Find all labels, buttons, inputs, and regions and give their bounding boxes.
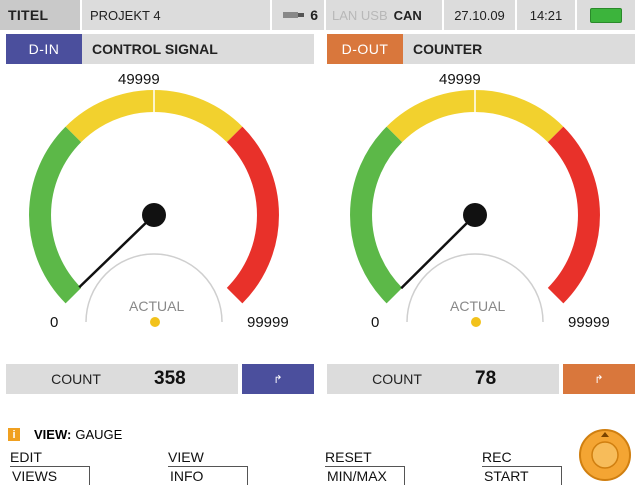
view-value: GAUGE [75, 427, 123, 442]
softkey-line1: EDIT [10, 449, 42, 465]
softkey-edit-views[interactable]: EDIT VIEWS [10, 448, 90, 485]
usb-count: 6 [310, 7, 318, 23]
gauge-needle-hub [463, 203, 487, 227]
navigation-wheel-button[interactable] [578, 428, 632, 482]
can-label: CAN [393, 7, 422, 23]
channel-header: D-OUT COUNTER [327, 34, 635, 64]
channel-panel-din: D-IN CONTROL SIGNAL 49999 0 99999 ACTUAL… [6, 34, 314, 394]
count-action-button[interactable]: ↱ [563, 364, 635, 394]
lan-usb-label: LAN USB [332, 7, 388, 23]
gauge-red-arc [226, 126, 279, 304]
gauge-green-arc [29, 126, 82, 304]
count-value: 78 [475, 368, 497, 389]
softkey-line1: REC [482, 449, 512, 465]
count-bar: COUNT 358 ↱ [6, 364, 314, 394]
softkey-line2: START [482, 466, 562, 485]
softkey-line1: RESET [325, 449, 372, 465]
count-value: 358 [154, 368, 186, 389]
count-box: COUNT 78 [327, 364, 559, 394]
view-indicator: i VIEW: GAUGE [8, 427, 122, 442]
softkey-view-info[interactable]: VIEW INFO [168, 448, 248, 485]
count-label: COUNT [372, 371, 422, 387]
gauge-needle-hub [142, 203, 166, 227]
arrow-icon: ↱ [273, 373, 283, 386]
count-box: COUNT 358 [6, 364, 238, 394]
usb-icon [283, 12, 305, 18]
gauge-green-arc [350, 126, 403, 304]
view-label: VIEW: [34, 427, 72, 442]
channel-type-badge[interactable]: D-IN [6, 34, 82, 64]
channel-header: D-IN CONTROL SIGNAL [6, 34, 314, 64]
count-label: COUNT [51, 371, 101, 387]
status-bar: TITEL PROJEKT 4 6 LAN USB CAN 27.10.09 1… [0, 0, 635, 30]
gauge-red-arc [547, 126, 600, 304]
softkey-rec-start[interactable]: REC START [482, 448, 562, 485]
project-label[interactable]: PROJEKT 4 [82, 0, 272, 30]
gauge-mid-label: 49999 [118, 71, 160, 88]
gauge-min-label: 0 [371, 314, 380, 331]
count-bar: COUNT 78 ↱ [327, 364, 635, 394]
softkey-line1: VIEW [168, 449, 204, 465]
actual-indicator-dot [150, 317, 160, 327]
softkey-line2: INFO [168, 466, 248, 485]
gauge-max-label: 99999 [247, 314, 289, 331]
softkey-reset-minmax[interactable]: RESET MIN/MAX [325, 448, 405, 485]
arrow-icon: ↱ [594, 373, 604, 386]
softkey-line2: MIN/MAX [325, 466, 405, 485]
battery-icon [590, 7, 622, 23]
battery-indicator [577, 0, 635, 30]
time-label: 14:21 [517, 0, 577, 30]
info-icon: i [8, 428, 20, 441]
channel-panel-dout: D-OUT COUNTER 49999 0 99999 ACTUAL COUNT… [327, 34, 635, 394]
channel-type-badge[interactable]: D-OUT [327, 34, 403, 64]
date-label: 27.10.09 [444, 0, 517, 30]
network-status: LAN USB CAN [326, 0, 444, 30]
channel-name[interactable]: COUNTER [403, 34, 635, 64]
usb-indicator: 6 [272, 0, 326, 30]
gauge-min-label: 0 [50, 314, 59, 331]
actual-label: ACTUAL [129, 298, 185, 314]
actual-indicator-dot [471, 317, 481, 327]
actual-label: ACTUAL [450, 298, 506, 314]
count-action-button[interactable]: ↱ [242, 364, 314, 394]
channel-name[interactable]: CONTROL SIGNAL [82, 34, 314, 64]
gauge-mid-label: 49999 [439, 71, 481, 88]
gauge-max-label: 99999 [568, 314, 610, 331]
softkey-line2: VIEWS [10, 466, 90, 485]
title-label[interactable]: TITEL [0, 0, 82, 30]
